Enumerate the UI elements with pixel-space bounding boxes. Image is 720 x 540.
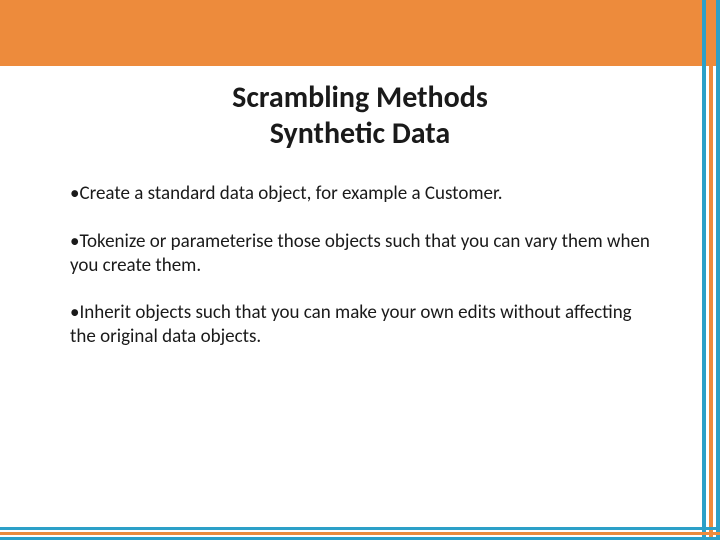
slide-body: •Create a standard data object, for exam…: [0, 152, 720, 349]
bullet-item: •Inherit objects such that you can make …: [70, 301, 650, 349]
header-bar: [0, 0, 720, 66]
stripe-teal: [0, 527, 720, 530]
stripe-teal: [716, 0, 720, 540]
stripe-orange: [709, 0, 713, 540]
title-line-1: Scrambling Methods: [0, 80, 720, 116]
right-accent-stripes: [702, 0, 720, 540]
title-line-2: Synthetic Data: [0, 116, 720, 152]
bullet-item: •Create a standard data object, for exam…: [70, 182, 650, 206]
stripe-teal: [702, 0, 706, 540]
bottom-accent-stripes: [0, 527, 720, 540]
stripe-orange: [0, 532, 720, 535]
slide-title: Scrambling Methods Synthetic Data: [0, 80, 720, 152]
bullet-item: •Tokenize or parameterise those objects …: [70, 230, 650, 278]
